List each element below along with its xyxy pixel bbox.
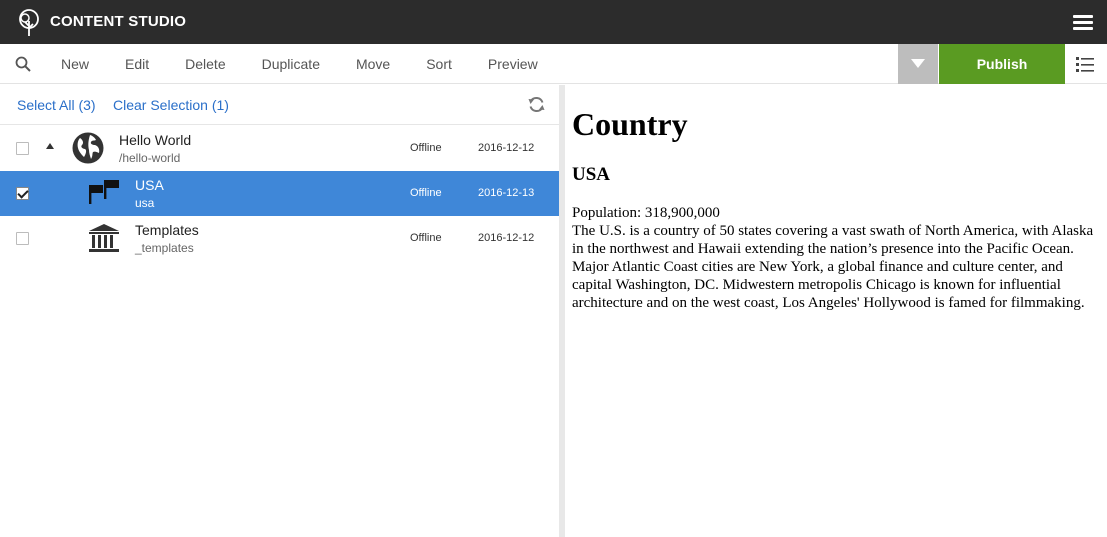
app-title: CONTENT STUDIO bbox=[50, 13, 187, 30]
publish-menu-button[interactable] bbox=[898, 44, 938, 84]
content-grid-panel: Select All (3) Clear Selection (1) Hello… bbox=[0, 85, 559, 537]
grid-row-usa[interactable]: USA usa Offline 2016-12-13 bbox=[0, 171, 559, 216]
delete-button[interactable]: Delete bbox=[167, 44, 243, 84]
row-path: /hello-world bbox=[119, 151, 181, 165]
row-checkbox[interactable] bbox=[16, 142, 29, 155]
publish-button[interactable]: Publish bbox=[939, 44, 1065, 84]
refresh-icon[interactable] bbox=[528, 96, 545, 113]
row-checkbox[interactable] bbox=[16, 187, 29, 200]
preview-panel: Country USA Population: 318,900,000 The … bbox=[565, 85, 1107, 537]
app-header: CONTENT STUDIO bbox=[0, 0, 1107, 44]
duplicate-button[interactable]: Duplicate bbox=[244, 44, 338, 84]
building-icon bbox=[89, 224, 119, 252]
flags-icon bbox=[89, 180, 119, 204]
preview-population: Population: 318,900,000 bbox=[572, 205, 720, 221]
row-name: Templates bbox=[135, 222, 199, 238]
grid-row-templates[interactable]: Templates _templates Offline 2016-12-12 bbox=[0, 216, 559, 261]
row-status: Offline bbox=[410, 232, 442, 244]
row-status: Offline bbox=[410, 187, 442, 199]
globe-icon bbox=[72, 132, 104, 164]
sort-button[interactable]: Sort bbox=[408, 44, 470, 84]
triangle-down-icon bbox=[911, 59, 925, 68]
row-date: 2016-12-12 bbox=[478, 142, 535, 154]
row-checkbox[interactable] bbox=[16, 232, 29, 245]
edit-button[interactable]: Edit bbox=[107, 44, 167, 84]
select-all-link[interactable]: Select All (3) bbox=[17, 97, 96, 113]
preview-subheading: USA bbox=[572, 164, 611, 185]
selection-bar: Select All (3) Clear Selection (1) bbox=[0, 85, 559, 125]
grid-row-hello-world[interactable]: Hello World /hello-world Offline 2016-12… bbox=[0, 126, 559, 171]
new-button[interactable]: New bbox=[43, 44, 107, 84]
row-name: USA bbox=[135, 177, 164, 193]
move-button[interactable]: Move bbox=[338, 44, 408, 84]
preview-description: The U.S. is a country of 50 states cover… bbox=[572, 223, 1094, 311]
hamburger-icon[interactable] bbox=[1073, 15, 1093, 31]
tree-logo-icon[interactable] bbox=[16, 9, 42, 37]
search-icon[interactable] bbox=[15, 56, 31, 72]
row-name: Hello World bbox=[119, 132, 192, 148]
expand-toggle-icon[interactable] bbox=[46, 143, 54, 149]
toolbar: New Edit Delete Duplicate Move Sort Prev… bbox=[0, 44, 1107, 84]
clear-selection-link[interactable]: Clear Selection (1) bbox=[113, 97, 229, 113]
row-path: usa bbox=[135, 196, 155, 210]
row-path: _templates bbox=[135, 241, 194, 255]
preview-heading: Country bbox=[572, 106, 688, 142]
row-date: 2016-12-12 bbox=[478, 232, 535, 244]
preview-button[interactable]: Preview bbox=[470, 44, 556, 84]
list-view-icon[interactable] bbox=[1076, 56, 1094, 73]
row-date: 2016-12-13 bbox=[478, 187, 535, 199]
row-status: Offline bbox=[410, 142, 442, 154]
